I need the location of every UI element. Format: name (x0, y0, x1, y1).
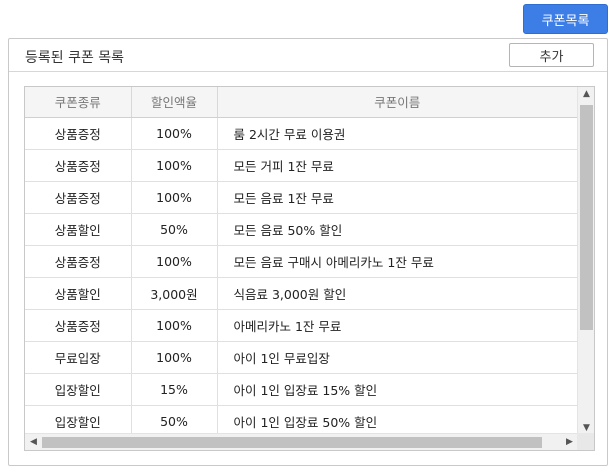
table-row[interactable]: 상품증정 100% 모든 거피 1잔 무료 (25, 149, 578, 182)
horizontal-scroll-thumb[interactable] (42, 437, 542, 448)
cell-coupon-type: 입장할인 (25, 373, 132, 406)
cell-discount-rate: 100% (131, 341, 218, 374)
scroll-up-icon[interactable]: ▲ (578, 89, 594, 99)
coupon-table: 쿠폰종류 할인액율 쿠폰이름 상품증정 100% 룸 2시간 무료 이용권 상품… (25, 87, 578, 438)
cell-coupon-type: 상품증정 (25, 117, 132, 150)
table-row[interactable]: 상품증정 100% 모든 음료 1잔 무료 (25, 181, 578, 214)
cell-coupon-name: 모든 음료 50% 할인 (217, 213, 578, 246)
cell-coupon-type: 상품할인 (25, 277, 132, 310)
cell-discount-rate: 3,000원 (131, 277, 218, 310)
coupon-list-button[interactable]: 쿠폰목록 (523, 4, 608, 34)
cell-discount-rate: 15% (131, 373, 218, 406)
cell-coupon-name: 모든 음료 구매시 아메리카노 1잔 무료 (217, 245, 578, 278)
cell-coupon-type: 상품증정 (25, 245, 132, 278)
cell-coupon-type: 상품증정 (25, 309, 132, 342)
scroll-left-icon[interactable]: ◀ (25, 437, 42, 447)
scroll-down-icon[interactable]: ▼ (578, 423, 594, 433)
scroll-right-icon[interactable]: ▶ (561, 437, 578, 447)
cell-discount-rate: 100% (131, 117, 218, 150)
table-row[interactable]: 상품증정 100% 아메리카노 1잔 무료 (25, 309, 578, 342)
cell-coupon-name: 모든 음료 1잔 무료 (217, 181, 578, 214)
vertical-scrollbar[interactable]: ▲ ▼ (577, 87, 594, 435)
table-row[interactable]: 상품증정 100% 모든 음료 구매시 아메리카노 1잔 무료 (25, 245, 578, 278)
cell-coupon-name: 모든 거피 1잔 무료 (217, 149, 578, 182)
cell-coupon-name: 아메리카노 1잔 무료 (217, 309, 578, 342)
table-header-row: 쿠폰종류 할인액율 쿠폰이름 (25, 87, 578, 118)
cell-coupon-name: 룸 2시간 무료 이용권 (217, 117, 578, 150)
cell-coupon-type: 상품할인 (25, 213, 132, 246)
cell-discount-rate: 100% (131, 181, 218, 214)
cell-discount-rate: 100% (131, 149, 218, 182)
registered-coupons-panel: 등록된 쿠폰 목록 추가 쿠폰종류 할인액율 쿠폰이름 상품증정 100% 룸 … (8, 38, 608, 466)
cell-coupon-type: 상품증정 (25, 181, 132, 214)
vertical-scroll-thumb[interactable] (580, 105, 593, 330)
horizontal-scrollbar[interactable]: ◀ ▶ (25, 433, 578, 450)
table-row[interactable]: 입장할인 15% 아이 1인 입장료 15% 할인 (25, 373, 578, 406)
header-coupon-type[interactable]: 쿠폰종류 (25, 87, 132, 118)
panel-title: 등록된 쿠폰 목록 (25, 50, 125, 66)
cell-discount-rate: 50% (131, 213, 218, 246)
cell-coupon-type: 무료입장 (25, 341, 132, 374)
add-button[interactable]: 추가 (509, 43, 594, 67)
table-row[interactable]: 상품증정 100% 룸 2시간 무료 이용권 (25, 117, 578, 150)
coupon-table-container: 쿠폰종류 할인액율 쿠폰이름 상품증정 100% 룸 2시간 무료 이용권 상품… (24, 86, 595, 451)
cell-coupon-type: 상품증정 (25, 149, 132, 182)
cell-discount-rate: 100% (131, 245, 218, 278)
header-coupon-name[interactable]: 쿠폰이름 (217, 87, 578, 118)
cell-discount-rate: 100% (131, 309, 218, 342)
cell-coupon-name: 식음료 3,000원 할인 (217, 277, 578, 310)
table-row[interactable]: 상품할인 3,000원 식음료 3,000원 할인 (25, 277, 578, 310)
table-row[interactable]: 무료입장 100% 아이 1인 무료입장 (25, 341, 578, 374)
scrollbar-corner (577, 433, 594, 450)
cell-coupon-name: 아이 1인 무료입장 (217, 341, 578, 374)
table-row[interactable]: 상품할인 50% 모든 음료 50% 할인 (25, 213, 578, 246)
cell-coupon-name: 아이 1인 입장료 15% 할인 (217, 373, 578, 406)
header-discount-rate[interactable]: 할인액율 (131, 87, 218, 118)
panel-divider (9, 71, 607, 72)
